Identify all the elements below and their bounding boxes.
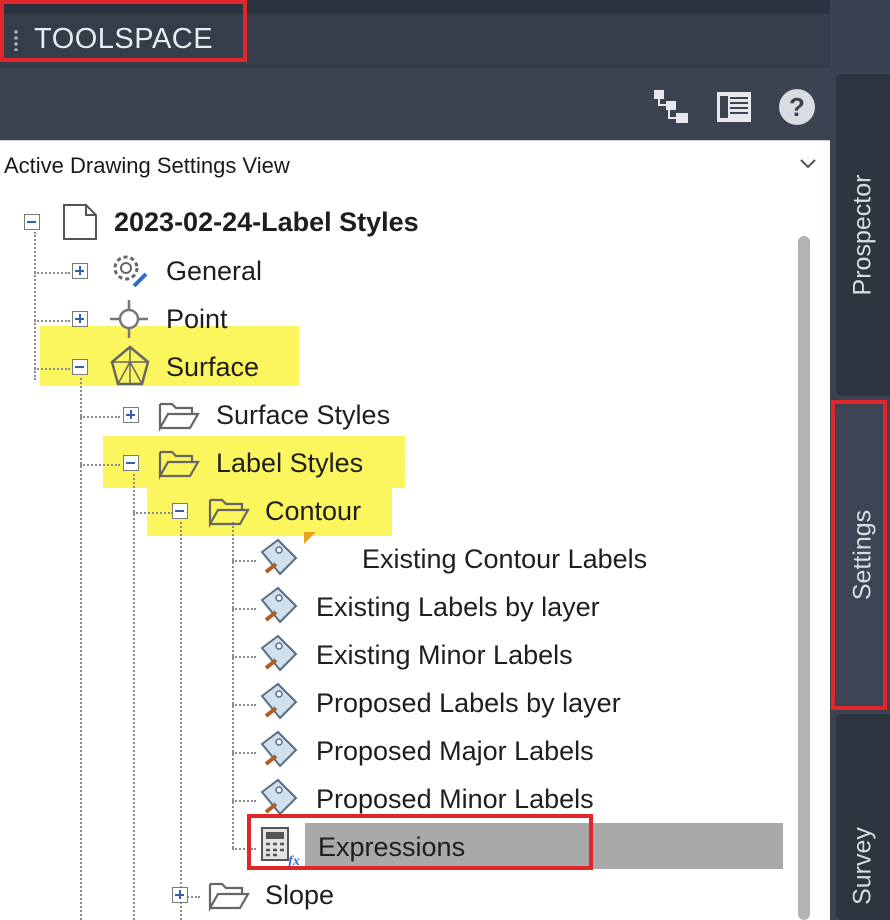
tree-item-contour[interactable]: Contour	[265, 496, 361, 527]
document-icon	[63, 204, 97, 240]
tree-line	[232, 608, 256, 610]
tree-item-label-style[interactable]: Proposed Minor Labels	[316, 784, 594, 815]
gear-icon	[113, 255, 148, 288]
label-style-icon	[260, 538, 298, 576]
collapse-toggle[interactable]	[72, 359, 88, 375]
tree-item-point[interactable]: Point	[166, 304, 228, 335]
item-view-icon[interactable]	[715, 88, 753, 126]
chevron-down-icon	[800, 159, 816, 169]
label-style-icon	[260, 634, 298, 672]
help-icon[interactable]: ?	[778, 88, 816, 126]
tree-item-label-style[interactable]: Existing Labels by layer	[316, 592, 600, 623]
label-style-icon	[260, 682, 298, 720]
view-dropdown-value: Active Drawing Settings View	[4, 153, 290, 178]
view-dropdown[interactable]: Active Drawing Settings View	[0, 140, 830, 190]
tree-line	[232, 800, 256, 802]
tree-line	[34, 232, 36, 380]
svg-text:?: ?	[789, 92, 805, 122]
tree-line	[232, 560, 256, 562]
folder-icon	[158, 402, 200, 432]
surface-icon	[110, 345, 150, 386]
tree-item-label-styles[interactable]: Label Styles	[216, 448, 363, 479]
label-style-icon	[260, 586, 298, 624]
tree-item-surface[interactable]: Surface	[166, 352, 259, 383]
collapse-toggle[interactable]	[123, 455, 139, 471]
tree-line	[133, 512, 173, 514]
tab-prospector[interactable]: Prospector	[836, 74, 890, 396]
collapse-toggle[interactable]	[24, 214, 40, 230]
toolspace-titlebar[interactable]: TOOLSPACE	[0, 0, 830, 68]
tab-survey-label: Survey	[848, 827, 877, 906]
expand-toggle[interactable]	[72, 263, 88, 279]
tree-item-label-style[interactable]: Proposed Labels by layer	[316, 688, 621, 719]
tree-line	[180, 522, 182, 920]
folder-open-icon	[158, 450, 200, 480]
tab-survey[interactable]: Survey	[836, 714, 890, 920]
tree-line	[80, 464, 120, 466]
scrollbar-thumb[interactable]	[798, 236, 810, 920]
expand-toggle[interactable]	[72, 311, 88, 327]
expressions-annotation-box	[247, 814, 593, 870]
point-icon	[110, 300, 148, 338]
tree-line	[34, 272, 70, 274]
tree-item-general[interactable]: General	[166, 256, 262, 287]
tree-root-drawing[interactable]: 2023-02-24-Label Styles	[114, 207, 419, 238]
edit-marker-icon	[304, 532, 316, 544]
tree-line	[133, 474, 135, 920]
tree-item-surface-styles[interactable]: Surface Styles	[216, 400, 390, 431]
label-style-icon	[260, 778, 298, 816]
settings-tab-annotation-box	[831, 400, 887, 710]
tree-line	[34, 368, 70, 370]
tree-item-label-style[interactable]: Existing Contour Labels	[362, 544, 647, 575]
tree-item-label-style[interactable]: Existing Minor Labels	[316, 640, 573, 671]
tree-item-label-style[interactable]: Proposed Major Labels	[316, 736, 594, 767]
collapse-toggle[interactable]	[172, 503, 188, 519]
tree-line	[34, 320, 70, 322]
title-annotation-box	[0, 0, 247, 62]
tree-view-icon[interactable]	[652, 88, 690, 126]
folder-icon	[208, 882, 250, 912]
tree-line	[80, 416, 120, 418]
tab-prospector-label: Prospector	[848, 174, 877, 296]
tree-item-slope[interactable]: Slope	[265, 880, 334, 911]
tree-line	[232, 704, 256, 706]
toolbar: ?	[0, 68, 830, 140]
tree-line	[232, 752, 256, 754]
folder-open-icon	[208, 498, 250, 528]
expand-toggle[interactable]	[172, 887, 188, 903]
tree-line	[80, 378, 82, 920]
label-style-icon	[260, 730, 298, 768]
expand-toggle[interactable]	[123, 407, 139, 423]
tree-line	[232, 656, 256, 658]
